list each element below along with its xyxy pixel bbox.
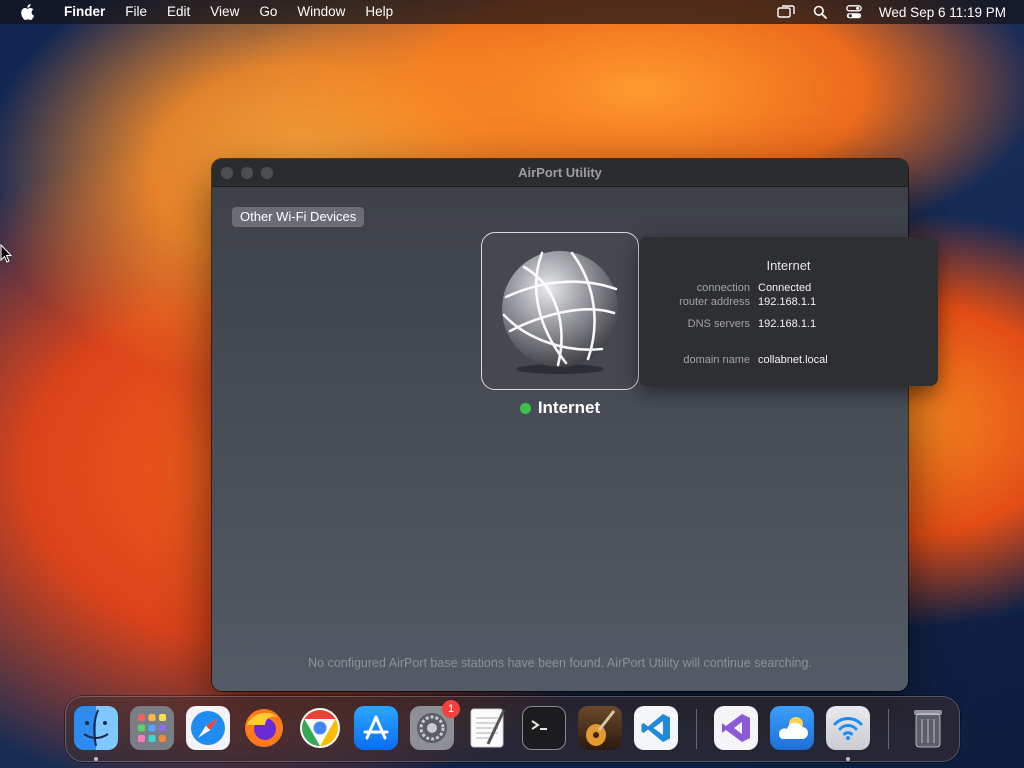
dock-vscode[interactable] [634, 706, 678, 750]
internet-label[interactable]: Internet [481, 398, 639, 418]
menu-help[interactable]: Help [355, 0, 403, 24]
minimize-button[interactable] [241, 167, 253, 179]
popover-row-dns-servers: DNS servers 192.168.1.1 [639, 318, 938, 330]
dock-visual-studio[interactable] [714, 706, 758, 750]
menu-window[interactable]: Window [287, 0, 355, 24]
apple-menu[interactable] [0, 4, 54, 20]
popover-value: collabnet.local [758, 354, 828, 366]
dock-system-settings[interactable]: 1 [410, 700, 460, 750]
textedit-icon [470, 708, 506, 748]
chrome-icon [300, 708, 340, 748]
weather-icon [778, 717, 808, 739]
menu-bar: Finder File Edit View Go Window Help Wed… [0, 0, 1024, 24]
dock-app-store[interactable] [354, 706, 398, 750]
trash-icon [914, 710, 942, 748]
popover-row-domain-name: domain name collabnet.local [639, 354, 938, 366]
firefox-icon [245, 709, 283, 747]
app-store-icon [363, 715, 389, 740]
other-wifi-devices-button[interactable]: Other Wi-Fi Devices [232, 207, 365, 227]
menu-edit[interactable]: Edit [157, 0, 200, 24]
launchpad-icon [138, 714, 166, 742]
visual-studio-icon [722, 714, 750, 742]
safari-icon [191, 711, 225, 745]
popover-value: 192.168.1.1 [758, 318, 817, 330]
popover-row-connection: connection Connected [639, 282, 938, 294]
dock-textedit[interactable] [466, 706, 510, 750]
dock-finder[interactable] [74, 706, 118, 750]
internet-label-text: Internet [537, 398, 601, 417]
menu-app-name[interactable]: Finder [54, 0, 115, 24]
menu-file[interactable]: File [115, 0, 157, 24]
screen-mirroring-icon[interactable] [769, 5, 803, 19]
dock-airport-utility[interactable] [826, 706, 870, 750]
vscode-icon [641, 714, 670, 742]
control-center-icon[interactable] [837, 5, 871, 19]
menu-go[interactable]: Go [249, 0, 287, 24]
airport-utility-running-indicator [846, 757, 850, 761]
search-icon[interactable] [803, 5, 837, 19]
popover-key: connection [696, 282, 750, 294]
finder-running-indicator [94, 757, 98, 761]
internet-tile[interactable] [481, 232, 639, 390]
dock-separator [696, 709, 697, 749]
dock: 1 [65, 696, 960, 762]
popover-key: domain name [683, 354, 750, 366]
internet-info-popover: Internet connection Connected router add… [639, 237, 938, 386]
popover-key: DNS servers [687, 318, 750, 330]
apple-icon [21, 4, 34, 20]
search-status-message: No configured AirPort base stations have… [308, 656, 812, 670]
traffic-lights [221, 167, 273, 179]
dock-separator [888, 709, 889, 749]
window-title: AirPort Utility [518, 165, 602, 180]
dock-safari[interactable] [186, 706, 230, 750]
popover-title: Internet [766, 258, 811, 273]
finder-icon [83, 709, 109, 747]
popover-key: router address [679, 296, 750, 308]
terminal-icon [531, 720, 547, 730]
zoom-button[interactable] [261, 167, 273, 179]
mouse-cursor [0, 243, 13, 269]
dock-launchpad[interactable] [130, 706, 174, 750]
close-button[interactable] [221, 167, 233, 179]
globe-icon [502, 251, 618, 374]
dock-terminal[interactable] [522, 706, 566, 750]
dock-garageband[interactable] [578, 706, 622, 750]
cursor-arrow-icon [0, 243, 13, 263]
dock-firefox[interactable] [242, 706, 286, 750]
connection-status-dot [519, 402, 531, 414]
popover-row-router-address: router address 192.168.1.1 [639, 296, 938, 308]
menu-clock[interactable]: Wed Sep 6 11:19 PM [871, 5, 1006, 20]
popover-value: Connected [758, 282, 812, 294]
dock-trash[interactable] [906, 706, 950, 750]
popover-value: 192.168.1.1 [758, 296, 817, 308]
menu-view[interactable]: View [200, 0, 249, 24]
dock-chrome[interactable] [298, 706, 342, 750]
notification-badge: 1 [442, 700, 460, 718]
wifi-icon [833, 717, 863, 740]
guitar-icon [586, 710, 616, 746]
window-titlebar[interactable]: AirPort Utility [212, 159, 908, 187]
dock-weather[interactable] [770, 706, 814, 750]
